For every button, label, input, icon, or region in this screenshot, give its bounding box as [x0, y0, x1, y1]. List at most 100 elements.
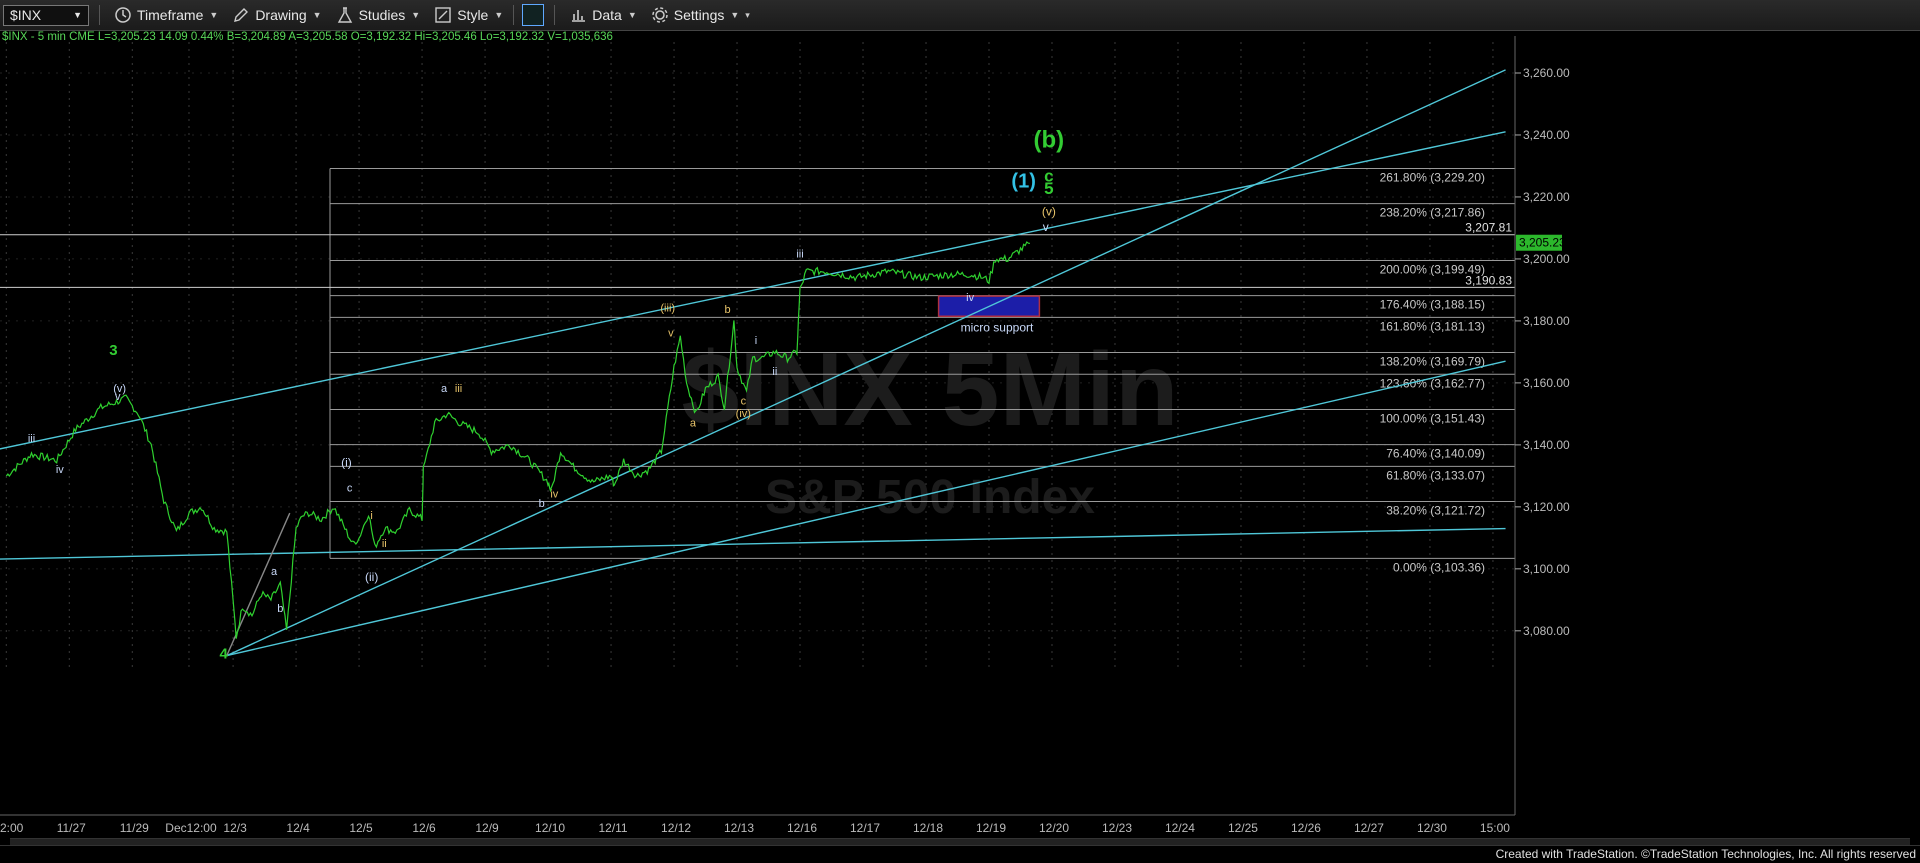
wave-label: (b) [1034, 126, 1065, 153]
price-tick-label: 3,080.00 [1523, 624, 1570, 638]
style-icon [434, 6, 452, 24]
wave-label: ii [772, 366, 777, 378]
horizontal-scrollbar[interactable] [10, 838, 1910, 845]
time-tick-label: 11/27 [57, 821, 86, 835]
time-tick-label: 12/27 [1354, 821, 1384, 835]
fib-level-label: 261.80% (3,229.20) [1380, 170, 1485, 184]
price-tick-label: 3,180.00 [1523, 314, 1570, 328]
reference-line-label: 3,207.81 [1465, 221, 1512, 235]
chevron-down-icon: ▾ [745, 9, 750, 20]
price-tick-label: 3,220.00 [1523, 190, 1570, 204]
price-tick-label: 3,100.00 [1523, 562, 1570, 576]
time-tick-label: Dec12:00 [165, 821, 217, 835]
fib-level-label: 176.40% (3,188.15) [1380, 298, 1485, 312]
time-tick-label: 12/18 [913, 821, 943, 835]
symbol-value: $INX [10, 7, 42, 23]
toolbar-divider [554, 5, 556, 25]
fib-level-label: 100.00% (3,151.43) [1380, 411, 1485, 425]
wave-label: iv [56, 464, 64, 476]
time-tick-label: 12/25 [1228, 821, 1258, 835]
time-tick-label: 12/26 [1291, 821, 1321, 835]
toolbar-divider [99, 5, 100, 25]
fib-level-label: 161.80% (3,181.13) [1380, 319, 1485, 333]
wave-label: iv [550, 489, 558, 501]
wave-label: iii [455, 383, 462, 395]
wave-label: (iv) [736, 408, 751, 420]
chart-watermark-subtitle: S&P 500 Index [765, 471, 1095, 524]
gear-icon [651, 6, 669, 24]
price-tick-label: 3,140.00 [1523, 438, 1570, 452]
copyright-text: Created with TradeStation. ©TradeStation… [1495, 847, 1916, 861]
data-menu[interactable]: Data ▼ [569, 2, 637, 28]
chevron-down-icon: ▼ [627, 10, 637, 20]
chart-toolbar: $INX ▼ Timeframe ▼ Drawing ▼ Studies ▼ S… [0, 0, 1920, 31]
wave-label: 4 [219, 646, 228, 663]
timeframe-label: Timeframe [137, 7, 204, 23]
time-tick-label: 12:00 [0, 821, 24, 835]
wave-label: ii [382, 538, 387, 550]
wave-label: i [370, 510, 372, 522]
time-tick-label: 12/13 [724, 821, 754, 835]
fib-level-label: 138.20% (3,169.79) [1380, 355, 1485, 369]
clock-icon [114, 6, 132, 24]
drawing-menu[interactable]: Drawing ▼ [232, 2, 322, 28]
fib-level-label: 76.40% (3,140.09) [1386, 447, 1485, 461]
settings-menu[interactable]: Settings ▼ [651, 2, 739, 28]
style-menu[interactable]: Style ▼ [434, 2, 503, 28]
studies-label: Studies [358, 7, 406, 23]
bar-chart-icon [569, 6, 587, 24]
drawing-label: Drawing [255, 7, 307, 23]
wave-label: 5 [1044, 179, 1053, 198]
pencil-icon [232, 6, 250, 24]
fib-level-label: 0.00% (3,103.36) [1393, 560, 1485, 574]
wave-label: a [271, 566, 278, 578]
time-tick-label: 12/20 [1039, 821, 1069, 835]
chevron-down-icon: ▼ [209, 10, 219, 20]
wave-label: c [347, 482, 353, 494]
time-tick-label: 12/6 [412, 821, 436, 835]
chevron-down-icon: ▼ [312, 10, 322, 20]
chart-watermark-title: $INX 5Min [682, 332, 1179, 448]
wave-label: (1) [1011, 171, 1035, 193]
micro-support-label: micro support [961, 320, 1034, 334]
time-tick-label: 12/24 [1165, 821, 1195, 835]
time-tick-label: 12/11 [598, 821, 627, 835]
price-tick-label: 3,120.00 [1523, 500, 1570, 514]
wave-label: b [725, 304, 731, 316]
wave-label: b [277, 603, 283, 615]
wave-label: (v) [1042, 205, 1056, 219]
style-label: Style [457, 7, 489, 23]
fib-level-label: 238.20% (3,217.86) [1380, 206, 1485, 220]
wave-label: b [539, 498, 545, 510]
price-tick-label: 3,260.00 [1523, 66, 1570, 80]
time-tick-label: 12/19 [976, 821, 1006, 835]
footer-bar: Created with TradeStation. ©TradeStation… [0, 845, 1920, 863]
reference-line-label: 3,190.83 [1465, 273, 1512, 287]
wave-label: v [1043, 220, 1049, 234]
chevron-down-icon: ▼ [494, 10, 504, 20]
chevron-down-icon: ▼ [411, 10, 421, 20]
symbol-input[interactable]: $INX ▼ [3, 4, 89, 26]
wave-label: a [690, 417, 697, 429]
time-tick-label: 12/17 [850, 821, 880, 835]
overflow-menu[interactable]: ▾ [745, 2, 750, 28]
flask-icon [336, 6, 354, 24]
wave-label: (i) [341, 456, 352, 470]
wave-label: (iii) [660, 303, 675, 315]
price-tick-label: 3,160.00 [1523, 376, 1570, 390]
wave-label: iv [966, 292, 974, 304]
time-tick-label: 12/5 [349, 821, 373, 835]
timeframe-menu[interactable]: Timeframe ▼ [114, 2, 218, 28]
wave-label: iii [28, 433, 35, 445]
time-tick-label: 11/29 [120, 821, 149, 835]
price-tick-label: 3,200.00 [1523, 252, 1570, 266]
wave-label: (ii) [365, 570, 378, 584]
toolbar-divider [513, 5, 515, 25]
price-chart[interactable]: $INX 5Min S&P 500 Index 261.80% (3,229.2… [0, 0, 1920, 862]
time-tick-label: 12/23 [1102, 821, 1132, 835]
wave-label: a [441, 383, 448, 395]
layout-toggle-button[interactable] [522, 4, 545, 26]
last-price-label: 3,205.23 [1519, 236, 1566, 250]
wave-label: i [755, 335, 757, 347]
studies-menu[interactable]: Studies ▼ [336, 2, 421, 28]
